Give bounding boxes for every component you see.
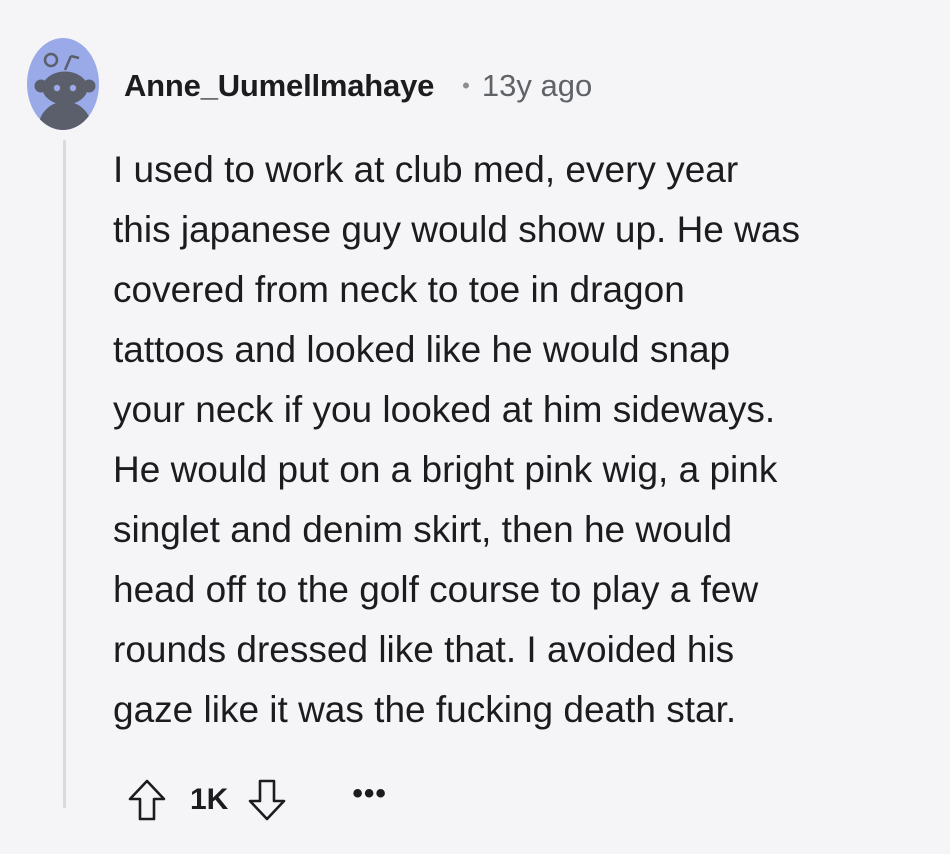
more-options-button[interactable]: •••: [352, 779, 387, 809]
downvote-button[interactable]: [244, 774, 290, 826]
snoo-avatar-icon: [27, 38, 99, 130]
meta-separator: •: [462, 73, 470, 98]
thread-line[interactable]: [63, 140, 66, 808]
comment-timestamp[interactable]: 13y ago: [482, 68, 592, 104]
comment-actions: 1K •••: [124, 774, 387, 826]
author-username[interactable]: Anne_Uumellmahaye: [124, 68, 434, 104]
downvote-arrow-icon: [249, 779, 286, 821]
vote-score: 1K: [190, 783, 229, 816]
comment-header: Anne_Uumellmahaye • 13y ago: [124, 64, 592, 108]
comment-body: I used to work at club med, every year t…: [113, 140, 933, 740]
avatar[interactable]: [27, 38, 99, 130]
comment-body-line: your neck if you looked at him sideways.: [113, 389, 776, 430]
comment-body-line: covered from neck to toe in dragon: [113, 269, 685, 310]
upvote-arrow-icon: [128, 779, 166, 821]
comment-body-line: gaze like it was the fucking death star.: [113, 689, 737, 730]
comment-card: Anne_Uumellmahaye • 13y ago I used to wo…: [0, 0, 950, 854]
comment-body-line: head off to the golf course to play a fe…: [113, 569, 759, 610]
comment-body-line: rounds dressed like that. I avoided his: [113, 629, 735, 670]
upvote-button[interactable]: [124, 774, 170, 826]
comment-body-line: singlet and denim skirt, then he would: [113, 509, 733, 550]
comment-body-line: I used to work at club med, every year: [113, 149, 739, 190]
comment-body-line: He would put on a bright pink wig, a pin…: [113, 449, 778, 490]
comment-body-line: tattoos and looked like he would snap: [113, 329, 731, 370]
comment-body-line: this japanese guy would show up. He was: [113, 209, 800, 250]
